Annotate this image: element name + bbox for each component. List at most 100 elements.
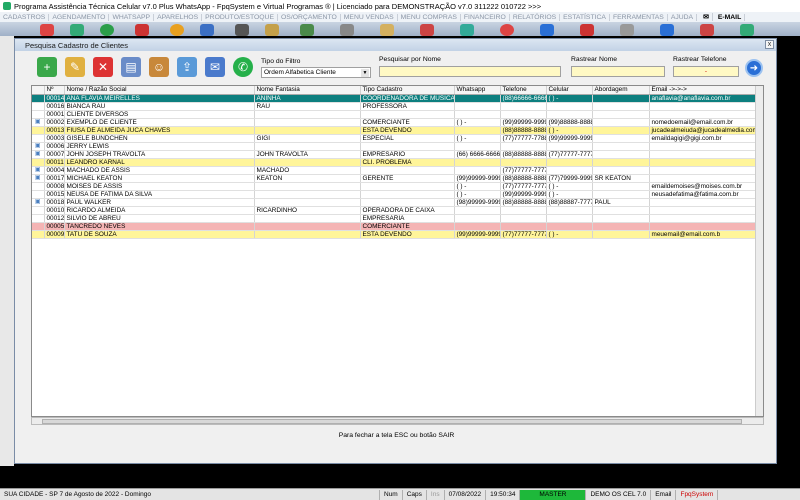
table-row[interactable]: 00014 ANA FLAVIA MEIRELLES ANINHA COORDENAD… xyxy=(32,94,758,103)
toolbar-shortcut-icon[interactable] xyxy=(235,24,249,36)
toolbar-shortcut-icon[interactable] xyxy=(340,24,354,36)
toolbar-shortcut-icon[interactable] xyxy=(500,24,514,36)
close-button[interactable]: x xyxy=(765,40,774,49)
toolbar-shortcut-icon[interactable] xyxy=(300,24,314,36)
table-row[interactable]: ▣ 00007 JOHN JOSEPH TRAVOLTA JOHN TRAVOLTA E… xyxy=(32,150,758,159)
table-cell xyxy=(546,142,593,151)
table-row[interactable]: ▣ 00004 MACHADO DE ASSIS MACHADO (77)77777-7… xyxy=(32,166,758,175)
vertical-scrollbar[interactable] xyxy=(755,86,763,416)
table-row[interactable]: 00012 SILVIO DE ABREU EMPRESARIA xyxy=(32,214,758,223)
toolbar-shortcut-icon[interactable] xyxy=(170,24,184,36)
empty-cell xyxy=(64,390,254,398)
menu-item[interactable]: MENU VENDAS xyxy=(341,13,398,21)
menu-item[interactable]: APARELHOS xyxy=(154,13,203,21)
email-icon[interactable]: ✉ xyxy=(205,57,225,77)
toolbar-shortcut-icon[interactable] xyxy=(700,24,714,36)
toolbar-shortcut-icon[interactable] xyxy=(40,24,54,36)
empty-cell xyxy=(546,326,592,334)
toolbar-shortcut-icon[interactable] xyxy=(460,24,474,36)
toolbar-shortcut-icon[interactable] xyxy=(70,24,84,36)
toolbar-shortcut-icon[interactable] xyxy=(200,24,214,36)
table-row[interactable]: 00003 GISELE BUNDCHEN GIGI ESPECIAL( ) - (77… xyxy=(32,134,758,143)
table-cell: (99)99999-9999 xyxy=(454,174,501,183)
table-row[interactable]: 00001 CLIENTE DIVERSOS xyxy=(32,110,758,119)
empty-cell xyxy=(592,254,649,262)
column-header[interactable]: Telefone xyxy=(500,86,547,95)
table-row[interactable]: 00016 BIANCA RAU RAU PROFESSORA xyxy=(32,102,758,111)
column-header[interactable]: Tipo Cadastro xyxy=(360,86,455,95)
toolbar-shortcut-icon[interactable] xyxy=(380,24,394,36)
empty-cell xyxy=(500,342,546,350)
search-name-input[interactable] xyxy=(379,66,561,77)
toolbar-shortcut-icon[interactable] xyxy=(580,24,594,36)
table-cell xyxy=(592,118,650,127)
track-name-input[interactable] xyxy=(571,66,665,77)
toolbar-shortcut-icon[interactable] xyxy=(135,24,149,36)
column-header[interactable]: Nome Fantasia xyxy=(254,86,361,95)
toolbar-shortcut-icon[interactable] xyxy=(740,24,754,36)
empty-cell xyxy=(546,406,592,414)
contacts-icon[interactable]: ☺ xyxy=(149,57,169,77)
scrollbar-thumb[interactable] xyxy=(42,419,742,424)
table-row[interactable]: 00008 MOISES DE ASSIS ( ) - (77)77777-7777(… xyxy=(32,182,758,191)
horizontal-scrollbar[interactable] xyxy=(31,417,764,425)
menu-email[interactable]: ✉ E-MAIL xyxy=(697,13,748,21)
whatsapp-icon[interactable] xyxy=(100,24,114,36)
column-header[interactable]: Abordagem xyxy=(592,86,650,95)
menu-item[interactable]: CADASTROS xyxy=(0,13,50,21)
toolbar-shortcut-icon[interactable] xyxy=(660,24,674,36)
empty-cell xyxy=(546,302,592,310)
table-cell: (77)77777-7777 xyxy=(500,166,547,175)
table-cell xyxy=(254,222,361,231)
table-cell: (77)79999-9999 xyxy=(546,174,593,183)
track-phone-input[interactable]: - xyxy=(673,66,739,77)
menu-item[interactable]: OS/ORÇAMENTO xyxy=(278,13,341,21)
column-header[interactable]: Celular xyxy=(546,86,593,95)
menu-item[interactable]: MENU COMPRAS xyxy=(398,13,461,21)
table-row[interactable]: 00013 FIUSA DE ALMEIDA JUCA CHAVES ESTA DE… xyxy=(32,126,758,135)
menu-item[interactable]: AGENDAMENTO xyxy=(49,13,110,21)
add-client-icon[interactable]: + xyxy=(37,57,57,77)
status-fpqsystem[interactable]: FpqSystem xyxy=(676,489,719,500)
edit-icon[interactable]: ✎ xyxy=(65,57,85,77)
menu-item[interactable]: ESTATÍSTICA xyxy=(560,13,610,21)
toolbar-shortcut-icon[interactable] xyxy=(420,24,434,36)
table-row[interactable]: 00011 LEANDRO KARNAL CLI. PROBLEMA xyxy=(32,158,758,167)
table-row[interactable]: ▣ 00002 EXEMPLO DE CLIENTE COMERCIANTE( ) -… xyxy=(32,118,758,127)
column-header[interactable]: Nome / Razão Social xyxy=(64,86,255,95)
empty-cell xyxy=(254,390,360,398)
go-arrow-button[interactable]: ➜ xyxy=(745,59,763,77)
delete-icon[interactable]: ✕ xyxy=(93,57,113,77)
empty-cell xyxy=(500,254,546,262)
menu-item[interactable]: WHATSAPP xyxy=(109,13,155,21)
close-hint: Para fechar a tela ESC ou botão SAIR xyxy=(338,432,455,439)
toolbar-shortcut-icon[interactable] xyxy=(265,24,279,36)
empty-cell xyxy=(254,238,360,246)
whatsapp-icon[interactable]: ✆ xyxy=(233,57,253,77)
menu-item[interactable]: FINANCEIRO xyxy=(461,13,510,21)
toolbar-shortcut-icon[interactable] xyxy=(620,24,634,36)
column-header[interactable]: Email ->->-> xyxy=(649,86,758,95)
empty-cell xyxy=(64,310,254,318)
empty-row xyxy=(32,262,757,270)
column-header[interactable]: Nº xyxy=(44,86,65,95)
toolbar-shortcut-icon[interactable] xyxy=(540,24,554,36)
print-icon[interactable]: ▤ xyxy=(121,57,141,77)
export-icon[interactable]: ⇪ xyxy=(177,57,197,77)
status-email[interactable]: Email xyxy=(651,489,677,500)
table-row[interactable]: ▣ 00017 MICHAEL KEATON KEATON GERENTE (99)999… xyxy=(32,174,758,183)
menu-item[interactable]: AJUDA xyxy=(668,13,698,21)
menu-item[interactable]: PRODUTO/ESTOQUE xyxy=(202,13,278,21)
table-cell xyxy=(360,198,455,207)
table-row[interactable]: 00010 RICARDO ALMEIDA RICARDINHO OPERADORA … xyxy=(32,206,758,215)
table-row[interactable]: 00015 NEUSA DE FATIMA DA SILVA ( ) - (99)99… xyxy=(32,190,758,199)
table-row[interactable]: ▣ 00018 PAUL WALKER (98)99999-9999 (88)88888… xyxy=(32,198,758,207)
table-row[interactable]: 00005 TANCREDO NEVES COMERCIANTE xyxy=(32,222,758,231)
table-row[interactable]: 00009 TATU DE SOUZA ESTA DEVENDO (99)99999-… xyxy=(32,230,758,239)
filter-type-select[interactable]: Ordem Alfabetica Cliente ▼ xyxy=(261,67,371,78)
table-row[interactable]: ▣ 00006 JERRY LEWIS xyxy=(32,142,758,151)
menu-item[interactable]: FERRAMENTAS xyxy=(610,13,668,21)
column-header[interactable]: Whatsapp xyxy=(454,86,501,95)
window-title: Programa Assistência Técnica Celular v7.… xyxy=(14,1,542,11)
menu-item[interactable]: RELATÓRIOS xyxy=(510,13,561,21)
